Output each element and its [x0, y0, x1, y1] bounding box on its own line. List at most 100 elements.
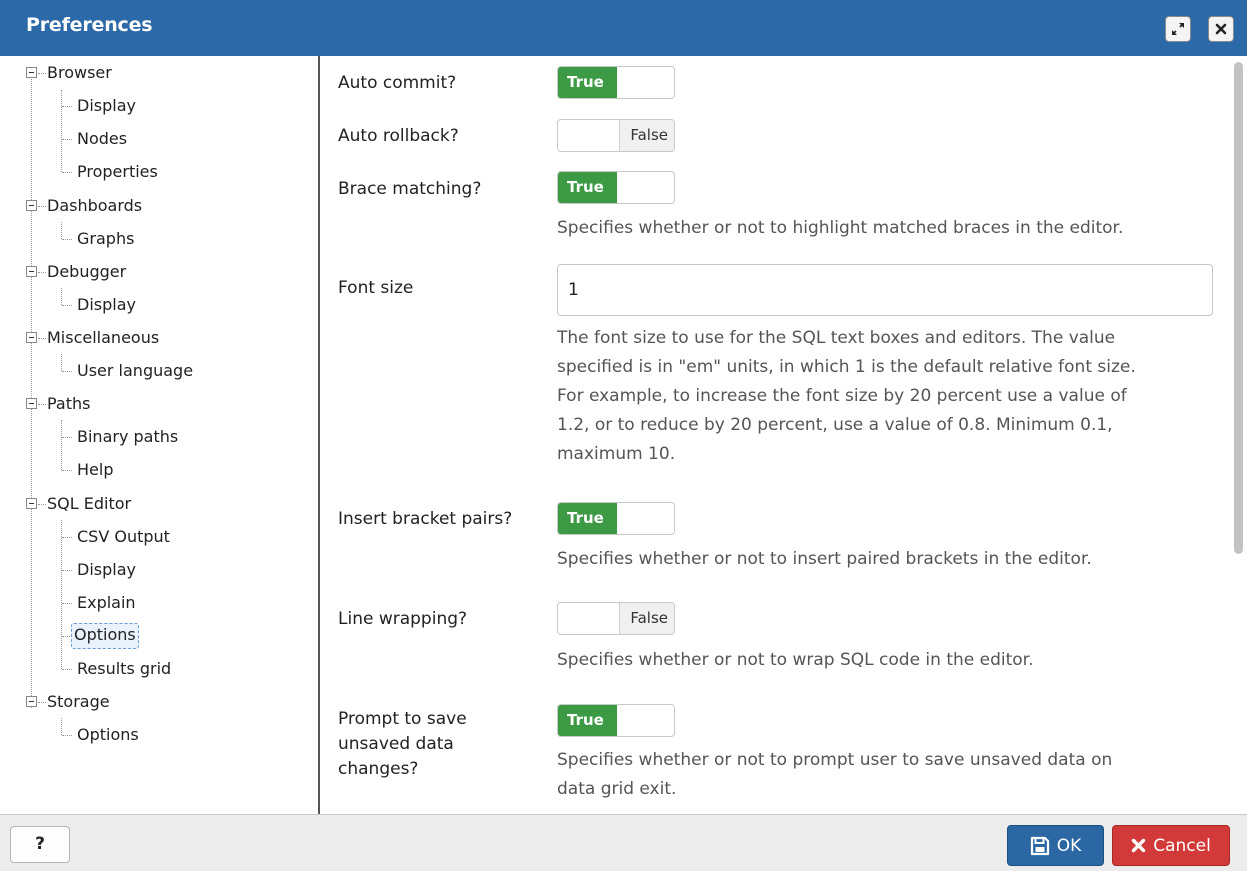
close-icon: [1215, 23, 1227, 35]
label-line: Prompt to save: [338, 709, 467, 729]
maximize-button[interactable]: [1165, 16, 1191, 42]
tree-item-binary-paths[interactable]: Binary paths: [77, 424, 178, 450]
tree-guide: [62, 669, 72, 670]
font-size-label: Font size: [338, 278, 414, 298]
collapse-icon[interactable]: [26, 696, 37, 707]
toggle-on-label: True: [558, 503, 617, 534]
line-wrapping-toggle[interactable]: False: [557, 602, 675, 635]
line-wrapping-help: Specifies whether or not to wrap SQL cod…: [557, 650, 1034, 670]
settings-panel: Auto commit? True Auto rollback? False B…: [322, 56, 1227, 814]
tree-item-csv-output[interactable]: CSV Output: [77, 524, 170, 550]
tree-guide: [38, 702, 46, 703]
tree-guide: [62, 239, 72, 240]
tree-item-debugger-display[interactable]: Display: [77, 292, 136, 318]
toggle-off-label: False: [619, 120, 674, 151]
help-button[interactable]: ?: [10, 826, 70, 863]
tree-item-browser-nodes[interactable]: Nodes: [77, 126, 127, 152]
brace-matching-toggle[interactable]: True: [557, 171, 675, 204]
tree-item-storage-options[interactable]: Options: [77, 722, 139, 748]
insert-bracket-pairs-toggle[interactable]: True: [557, 502, 675, 535]
help-line: data grid exit.: [557, 779, 677, 799]
collapse-icon[interactable]: [26, 332, 37, 343]
collapse-icon[interactable]: [26, 266, 37, 277]
tree-item-miscellaneous[interactable]: Miscellaneous: [47, 325, 159, 351]
prompt-save-toggle[interactable]: True: [557, 704, 675, 737]
tree-guide: [61, 354, 62, 371]
collapse-icon[interactable]: [26, 398, 37, 409]
tree-item-explain[interactable]: Explain: [77, 590, 136, 616]
tree-item-results-grid[interactable]: Results grid: [77, 656, 171, 682]
tree-item-debugger[interactable]: Debugger: [47, 259, 126, 285]
insert-bracket-pairs-label: Insert bracket pairs?: [338, 509, 513, 529]
toggle-on-label: True: [558, 172, 617, 203]
tree-item-browser[interactable]: Browser: [47, 60, 112, 86]
tree-guide: [62, 437, 72, 438]
tree-guide: [61, 520, 62, 669]
tree-guide: [38, 73, 46, 74]
collapse-icon[interactable]: [26, 200, 37, 211]
tree-item-sql-display[interactable]: Display: [77, 557, 136, 583]
tree-item-storage[interactable]: Storage: [47, 689, 110, 715]
tree-guide: [62, 139, 72, 140]
toggle-off-label: False: [619, 603, 674, 634]
help-line: The font size to use for the SQL text bo…: [557, 328, 1116, 348]
tree-guide: [62, 172, 72, 173]
tree-guide: [62, 371, 72, 372]
tree-item-dashboards[interactable]: Dashboards: [47, 193, 142, 219]
tree-guide: [62, 570, 72, 571]
tree-guide: [62, 603, 72, 604]
toggle-on-label: True: [558, 705, 617, 736]
prompt-save-label: Prompt to save unsaved data changes?: [338, 707, 467, 782]
tree-item-user-language[interactable]: User language: [77, 358, 193, 384]
cancel-button[interactable]: Cancel: [1112, 825, 1230, 866]
maximize-icon: [1172, 23, 1184, 35]
auto-rollback-label: Auto rollback?: [338, 126, 459, 146]
font-size-input[interactable]: 1: [557, 264, 1213, 316]
tree-item-browser-display[interactable]: Display: [77, 93, 136, 119]
help-line: maximum 10.: [557, 444, 676, 464]
tree-guide: [61, 718, 62, 735]
tree-item-dashboards-graphs[interactable]: Graphs: [77, 226, 134, 252]
auto-commit-label: Auto commit?: [338, 73, 457, 93]
tree-guide: [38, 338, 46, 339]
tree-item-help[interactable]: Help: [77, 457, 113, 483]
close-button[interactable]: [1208, 16, 1234, 42]
label-line: unsaved data: [338, 734, 454, 754]
toggle-on-label: True: [558, 67, 617, 98]
tree-guide: [38, 272, 46, 273]
scrollbar-thumb[interactable]: [1234, 62, 1243, 554]
help-line: specified is in "em" units, in which 1 i…: [557, 357, 1136, 377]
cancel-label: Cancel: [1153, 835, 1211, 856]
prompt-save-help: Specifies whether or not to prompt user …: [557, 746, 1217, 804]
tree-item-sql-options[interactable]: Options: [71, 623, 139, 649]
tree-item-sql-editor[interactable]: SQL Editor: [47, 491, 131, 517]
font-size-help: The font size to use for the SQL text bo…: [557, 324, 1217, 469]
tree-guide: [61, 288, 62, 305]
tree-guide: [61, 222, 62, 239]
auto-rollback-toggle[interactable]: False: [557, 119, 675, 152]
content-scrollbar[interactable]: [1230, 56, 1247, 814]
ok-button[interactable]: OK: [1007, 825, 1104, 866]
label-line: changes?: [338, 759, 419, 779]
x-icon: [1132, 838, 1146, 853]
auto-commit-toggle[interactable]: True: [557, 66, 675, 99]
ok-label: OK: [1056, 835, 1082, 856]
title-bar: Preferences: [0, 0, 1247, 56]
tree-guide: [62, 636, 70, 637]
tree-item-paths[interactable]: Paths: [47, 391, 90, 417]
tree-guide: [61, 420, 62, 470]
tree-guide: [38, 504, 46, 505]
insert-bracket-pairs-help: Specifies whether or not to insert paire…: [557, 549, 1092, 569]
preferences-dialog: Preferences Browser Display Nodes Proper…: [0, 0, 1247, 871]
tree-guide: [38, 206, 46, 207]
tree-guide: [62, 305, 72, 306]
help-line: 1.2, or to reduce by 20 percent, use a v…: [557, 415, 1113, 435]
help-line: Specifies whether or not to prompt user …: [557, 750, 1113, 770]
tree-guide: [61, 90, 62, 172]
collapse-icon[interactable]: [26, 67, 37, 78]
tree-guide: [62, 735, 72, 736]
collapse-icon[interactable]: [26, 498, 37, 509]
tree-guide: [62, 106, 72, 107]
tree-item-browser-properties[interactable]: Properties: [77, 159, 158, 185]
brace-matching-label: Brace matching?: [338, 179, 482, 199]
